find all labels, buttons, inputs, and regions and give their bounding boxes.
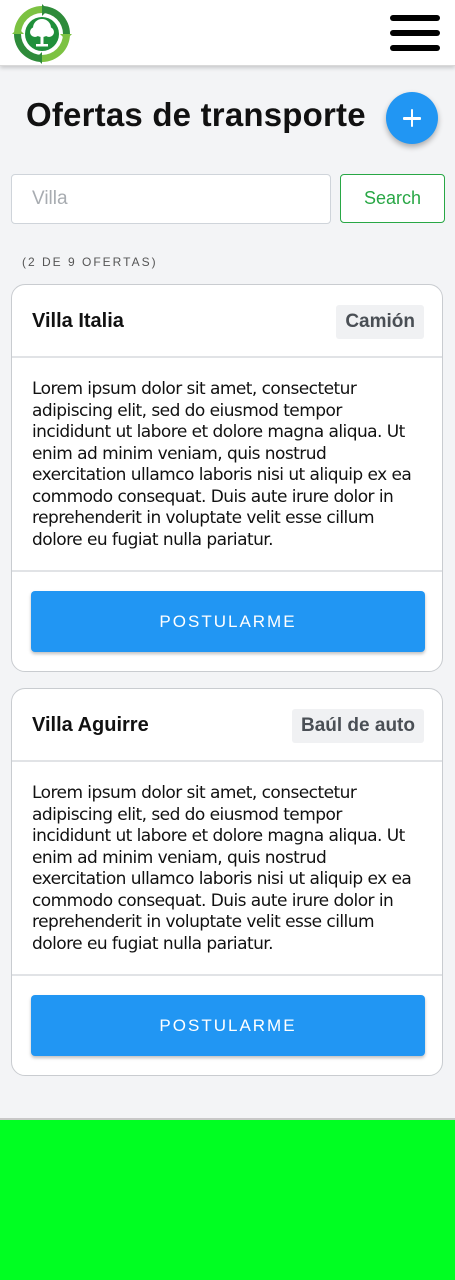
results-count: (2 de 9 ofertas) <box>22 255 158 269</box>
menu-bar <box>390 45 440 51</box>
offer-card-header: Villa Aguirre Baúl de auto <box>12 689 442 762</box>
vehicle-badge: Baúl de auto <box>291 709 424 743</box>
offer-card-body: Lorem ipsum dolor sit amet, consectetur … <box>12 358 442 572</box>
menu-bar <box>390 15 440 21</box>
search-button[interactable]: Search <box>340 174 445 223</box>
offer-description: Lorem ipsum dolor sit amet, consectetur … <box>32 379 412 550</box>
recycling-tree-logo[interactable] <box>11 3 73 65</box>
apply-button[interactable]: Postularme <box>31 995 425 1056</box>
offer-card: Villa Aguirre Baúl de auto Lorem ipsum d… <box>11 688 443 1076</box>
offer-card-header: Villa Italia Camión <box>12 285 442 358</box>
apply-button[interactable]: Postularme <box>31 591 425 652</box>
offer-card-body: Lorem ipsum dolor sit amet, consectetur … <box>12 762 442 976</box>
top-navbar <box>0 0 455 66</box>
vehicle-badge: Camión <box>336 305 424 339</box>
menu-bar <box>390 30 440 36</box>
offer-description: Lorem ipsum dolor sit amet, consectetur … <box>32 783 412 954</box>
footer <box>0 1118 455 1280</box>
offer-title: Villa Italia <box>32 310 124 332</box>
page-title: Ofertas de transporte <box>26 96 366 133</box>
page: Ofertas de transporte Search (2 de 9 ofe… <box>0 0 455 1280</box>
hamburger-menu-icon[interactable] <box>388 13 440 53</box>
offer-title: Villa Aguirre <box>32 714 149 736</box>
search-input[interactable] <box>11 174 331 224</box>
add-offer-button[interactable] <box>386 92 438 144</box>
offer-card: Villa Italia Camión Lorem ipsum dolor si… <box>11 284 443 672</box>
